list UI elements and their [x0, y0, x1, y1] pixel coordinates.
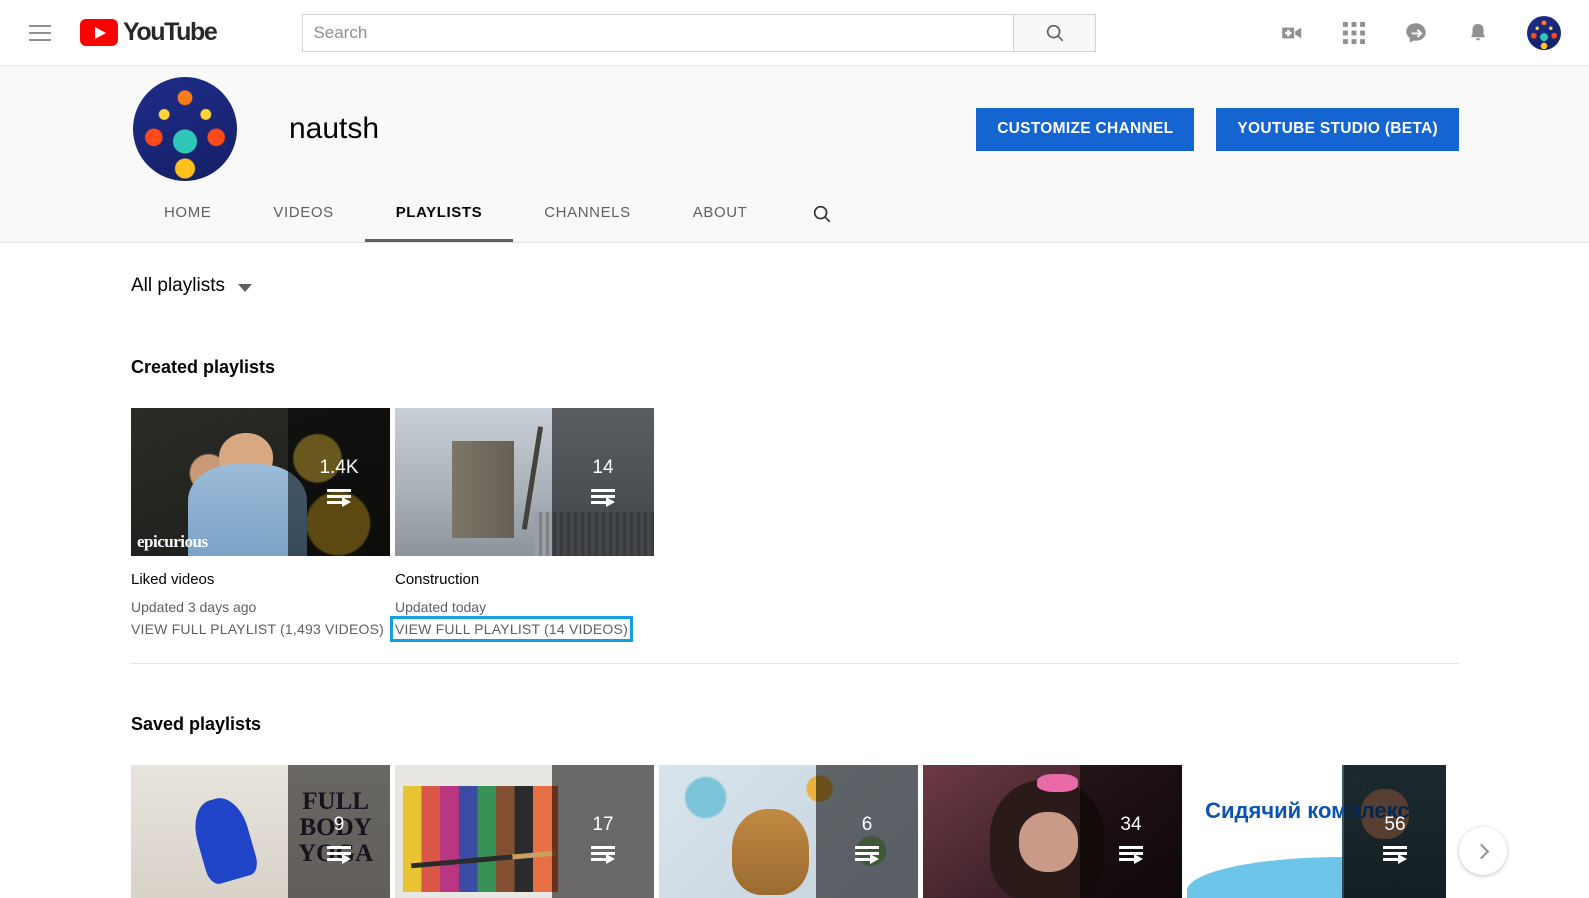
playlist-stack-icon [1119, 846, 1143, 864]
caret-down-icon [238, 284, 252, 292]
playlist-stack-icon [327, 489, 351, 507]
tab-channels[interactable]: CHANNELS [513, 186, 662, 242]
youtube-studio-button[interactable]: YOUTUBE STUDIO (BETA) [1216, 108, 1459, 151]
search-button[interactable] [1014, 14, 1096, 52]
youtube-logo-text: YouTube [123, 18, 216, 47]
playlist-video-count: 1.4K [319, 457, 358, 479]
channel-search-button[interactable] [794, 186, 850, 242]
playlist-filter-label: All playlists [131, 275, 225, 297]
tab-about[interactable]: ABOUT [662, 186, 779, 242]
playlist-filter-dropdown[interactable]: All playlists [131, 243, 252, 307]
playlist-stack-icon [591, 489, 615, 507]
playlist-card: Сидячий комплекс 56 [1187, 765, 1446, 898]
playlist-card: 14 Construction Updated today VIEW FULL … [395, 408, 654, 638]
playlist-count-overlay: 17 [552, 765, 654, 898]
tab-videos[interactable]: VIDEOS [242, 186, 364, 242]
thumbnail-art-face [1019, 812, 1079, 871]
saved-playlists-shelf: FULL BODY YOGA 9 17 [131, 765, 1459, 898]
playlist-video-count: 56 [1384, 814, 1405, 836]
messages-icon[interactable] [1403, 20, 1429, 46]
channel-identity-row: nautsh CUSTOMIZE CHANNEL YOUTUBE STUDIO … [0, 66, 1589, 186]
playlist-count-overlay: 14 [552, 408, 654, 556]
create-video-icon[interactable] [1279, 20, 1305, 46]
view-full-playlist-link[interactable]: VIEW FULL PLAYLIST (1,493 VIDEOS) [131, 621, 384, 637]
playlist-video-count: 34 [1120, 814, 1141, 836]
playlist-card: FULL BODY YOGA 9 [131, 765, 390, 898]
carousel-next-button[interactable] [1459, 827, 1507, 875]
created-playlists-shelf: 1.4K Liked videos Updated 3 days ago VIE… [131, 408, 1459, 638]
channel-avatar-artwork [133, 77, 237, 181]
account-avatar[interactable] [1527, 16, 1561, 50]
thumbnail-art-figure [188, 792, 261, 886]
chevron-right-icon [1474, 843, 1490, 859]
playlist-thumbnail[interactable]: Сидячий комплекс 56 [1187, 765, 1446, 898]
playlist-card: 17 [395, 765, 654, 898]
playlist-updated: Updated 3 days ago [131, 599, 390, 615]
thumbnail-art-bow [1037, 774, 1078, 792]
playlist-video-count: 14 [592, 457, 613, 479]
playlist-count-overlay: 34 [1080, 765, 1182, 898]
playlist-updated: Updated today [395, 599, 654, 615]
playlist-stack-icon [1383, 846, 1407, 864]
channel-action-buttons: CUSTOMIZE CHANNEL YOUTUBE STUDIO (BETA) [976, 108, 1459, 151]
playlist-stack-icon [327, 846, 351, 864]
notifications-bell-icon[interactable] [1465, 20, 1491, 46]
playlists-content: All playlists Created playlists 1.4K Lik… [0, 243, 1589, 898]
channel-header: nautsh CUSTOMIZE CHANNEL YOUTUBE STUDIO … [0, 66, 1589, 243]
thumbnail-art-dog [732, 809, 810, 895]
playlist-video-count: 17 [592, 814, 613, 836]
youtube-play-badge-icon [80, 19, 118, 46]
masthead: YouTube [0, 0, 1589, 66]
playlist-thumbnail[interactable]: 6 [659, 765, 918, 898]
playlist-count-overlay: 6 [816, 765, 918, 898]
avatar-artwork [1527, 16, 1561, 50]
search-icon [811, 203, 833, 225]
playlist-title[interactable]: Construction [395, 570, 654, 590]
playlist-stack-icon [855, 846, 879, 864]
playlist-thumbnail[interactable]: 14 [395, 408, 654, 556]
playlist-thumbnail[interactable]: FULL BODY YOGA 9 [131, 765, 390, 898]
playlist-count-overlay: 56 [1344, 765, 1446, 898]
created-playlists-title: Created playlists [131, 357, 1459, 378]
youtube-logo[interactable]: YouTube [80, 18, 216, 47]
playlist-card: 1.4K Liked videos Updated 3 days ago VIE… [131, 408, 390, 638]
section-divider [131, 663, 1459, 664]
tab-playlists[interactable]: PLAYLISTS [365, 186, 514, 242]
playlist-card: 34 [923, 765, 1182, 898]
playlist-count-overlay: 9 [288, 765, 390, 898]
thumbnail-art-tower [452, 441, 514, 539]
hamburger-menu-icon[interactable] [18, 11, 62, 55]
search-bar [302, 14, 1096, 52]
thumbnail-art-palette [403, 786, 558, 893]
playlist-card: 6 [659, 765, 918, 898]
search-icon [1044, 22, 1066, 44]
playlist-title[interactable]: Liked videos [131, 570, 390, 590]
playlist-stack-icon [591, 846, 615, 864]
saved-playlists-title: Saved playlists [131, 714, 1459, 735]
playlist-thumbnail[interactable]: 34 [923, 765, 1182, 898]
playlist-video-count: 6 [862, 814, 873, 836]
saved-playlists-carousel: FULL BODY YOGA 9 17 [131, 765, 1459, 898]
channel-tabs: HOME VIDEOS PLAYLISTS CHANNELS ABOUT [0, 186, 1589, 242]
playlist-thumbnail[interactable]: 1.4K [131, 408, 390, 556]
playlist-video-count: 9 [334, 814, 345, 836]
view-full-playlist-link-highlighted[interactable]: VIEW FULL PLAYLIST (14 VIDEOS) [395, 621, 628, 637]
apps-grid-icon[interactable] [1341, 20, 1367, 46]
customize-channel-button[interactable]: CUSTOMIZE CHANNEL [976, 108, 1194, 151]
channel-name: nautsh [289, 112, 379, 146]
channel-avatar[interactable] [133, 77, 237, 181]
tab-home[interactable]: HOME [133, 186, 242, 242]
search-input[interactable] [302, 14, 1014, 52]
playlist-thumbnail[interactable]: 17 [395, 765, 654, 898]
masthead-actions [1279, 16, 1567, 50]
playlist-count-overlay: 1.4K [288, 408, 390, 556]
